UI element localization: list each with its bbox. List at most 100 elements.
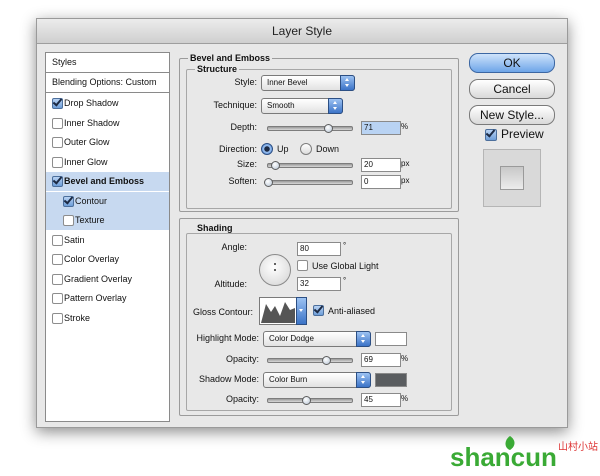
depth-slider[interactable] (267, 124, 353, 133)
new-style-button[interactable]: New Style... (469, 105, 555, 125)
style-item-texture[interactable]: Texture (46, 211, 169, 230)
style-item-inner-shadow[interactable]: Inner Shadow (46, 114, 169, 133)
contour-checkbox[interactable] (63, 196, 74, 207)
stroke-checkbox[interactable] (52, 313, 63, 324)
style-popup[interactable]: Inner Bevel (261, 75, 355, 91)
style-item-label: Satin (64, 235, 85, 245)
style-item-label: Inner Glow (64, 157, 108, 167)
bevel-emboss-group: Bevel and Emboss Structure Style: Inner … (179, 53, 459, 212)
highlight-opacity-thumb[interactable] (321, 356, 331, 365)
style-item-drop-shadow[interactable]: Drop Shadow (46, 94, 169, 113)
shading-box: Shading Angle: 80 ° Use Global Light Alt… (186, 223, 452, 411)
direction-up-radio[interactable] (261, 143, 273, 155)
style-item-label: Gradient Overlay (64, 274, 133, 284)
style-item-pattern-overlay[interactable]: Pattern Overlay (46, 289, 169, 308)
style-item-label: Stroke (64, 313, 91, 323)
color-overlay-checkbox[interactable] (52, 254, 63, 265)
angle-indicator-icon (274, 263, 276, 265)
size-label: Size: (236, 159, 257, 169)
shadow-opacity-slider[interactable] (267, 396, 353, 405)
size-slider[interactable] (267, 161, 353, 170)
style-item-label: Contour (75, 196, 108, 206)
direction-down-label: Down (316, 144, 340, 154)
shadow-mode-label: Shadow Mode: (198, 374, 259, 384)
technique-popup[interactable]: Smooth (261, 98, 343, 114)
highlight-opacity-unit: % (401, 354, 409, 363)
outer-glow-checkbox[interactable] (52, 137, 63, 148)
style-item-label: Inner Shadow (64, 118, 120, 128)
shadow-opacity-input[interactable]: 45 (361, 393, 401, 407)
angle-wheel[interactable] (259, 254, 291, 286)
inner-shadow-checkbox[interactable] (52, 118, 63, 129)
angle-label: Angle: (221, 242, 247, 252)
altitude-unit: ° (343, 276, 347, 285)
global-light-checkbox[interactable] (297, 260, 308, 271)
preview-checkbox[interactable] (485, 129, 497, 141)
style-item-label: Pattern Overlay (64, 293, 127, 303)
style-item-inner-glow[interactable]: Inner Glow (46, 153, 169, 172)
popup-arrows-icon (340, 75, 355, 91)
popup-arrows-icon (356, 372, 371, 388)
angle-input[interactable]: 80 (297, 242, 341, 256)
cancel-button[interactable]: Cancel (469, 79, 555, 99)
preview-label: Preview (501, 127, 544, 141)
size-input[interactable]: 20 (361, 158, 401, 172)
global-light-label: Use Global Light (312, 261, 379, 271)
size-slider-thumb[interactable] (270, 161, 280, 170)
popup-arrows-icon (356, 331, 371, 347)
window-title: Layer Style (37, 19, 567, 44)
soften-unit: px (401, 176, 410, 185)
highlight-opacity-slider[interactable] (267, 356, 353, 365)
pattern-overlay-checkbox[interactable] (52, 293, 63, 304)
size-unit: px (401, 159, 410, 168)
inner-glow-checkbox[interactable] (52, 157, 63, 168)
highlight-opacity-input[interactable]: 69 (361, 353, 401, 367)
style-item-bevel-emboss[interactable]: Bevel and Emboss (46, 172, 169, 191)
contour-dropdown-icon[interactable] (296, 297, 307, 325)
gloss-contour-picker[interactable] (259, 297, 297, 325)
depth-slider-thumb[interactable] (323, 124, 333, 133)
styles-header[interactable]: Styles (46, 53, 169, 72)
style-item-label: Bevel and Emboss (64, 176, 145, 186)
texture-checkbox[interactable] (63, 215, 74, 226)
style-item-outer-glow[interactable]: Outer Glow (46, 133, 169, 152)
style-item-gradient-overlay[interactable]: Gradient Overlay (46, 270, 169, 289)
blending-options-item[interactable]: Blending Options: Custom (46, 73, 169, 92)
style-item-label: Outer Glow (64, 137, 110, 147)
gloss-contour-label: Gloss Contour: (192, 307, 253, 317)
highlight-mode-popup[interactable]: Color Dodge (263, 331, 371, 347)
altitude-input[interactable]: 32 (297, 277, 341, 291)
satin-checkbox[interactable] (52, 235, 63, 246)
shadow-opacity-thumb[interactable] (301, 396, 311, 405)
ok-button[interactable]: OK (469, 53, 555, 73)
technique-value: Smooth (267, 101, 295, 110)
drop-shadow-checkbox[interactable] (52, 98, 63, 109)
soften-slider-thumb[interactable] (264, 178, 273, 187)
shadow-color-swatch[interactable] (375, 373, 407, 387)
highlight-mode-label: Highlight Mode: (196, 333, 259, 343)
shadow-mode-popup[interactable]: Color Burn (263, 372, 371, 388)
angle-unit: ° (343, 241, 347, 250)
soften-input[interactable]: 0 (361, 175, 401, 189)
style-item-stroke[interactable]: Stroke (46, 309, 169, 328)
direction-down-radio[interactable] (300, 143, 312, 155)
style-value: Inner Bevel (267, 78, 308, 87)
settings-panel: Bevel and Emboss Structure Style: Inner … (179, 52, 459, 420)
soften-slider[interactable] (264, 178, 353, 187)
blending-options-label: Blending Options: Custom (52, 77, 157, 87)
highlight-color-swatch[interactable] (375, 332, 407, 346)
direction-label: Direction: (218, 144, 257, 154)
gradient-overlay-checkbox[interactable] (52, 274, 63, 285)
popup-arrows-icon (328, 98, 343, 114)
anti-aliased-checkbox[interactable] (313, 305, 324, 316)
bevel-emboss-checkbox[interactable] (52, 176, 63, 187)
structure-box: Structure Style: Inner Bevel Technique: … (186, 64, 452, 209)
style-item-color-overlay[interactable]: Color Overlay (46, 250, 169, 269)
depth-input[interactable]: 71 (361, 121, 401, 135)
anti-aliased-label: Anti-aliased (328, 306, 376, 316)
style-item-contour[interactable]: Contour (46, 192, 169, 211)
highlight-mode-value: Color Dodge (269, 334, 314, 343)
style-item-satin[interactable]: Satin (46, 231, 169, 250)
style-label: Style: (234, 77, 257, 87)
style-item-label: Color Overlay (64, 254, 120, 264)
